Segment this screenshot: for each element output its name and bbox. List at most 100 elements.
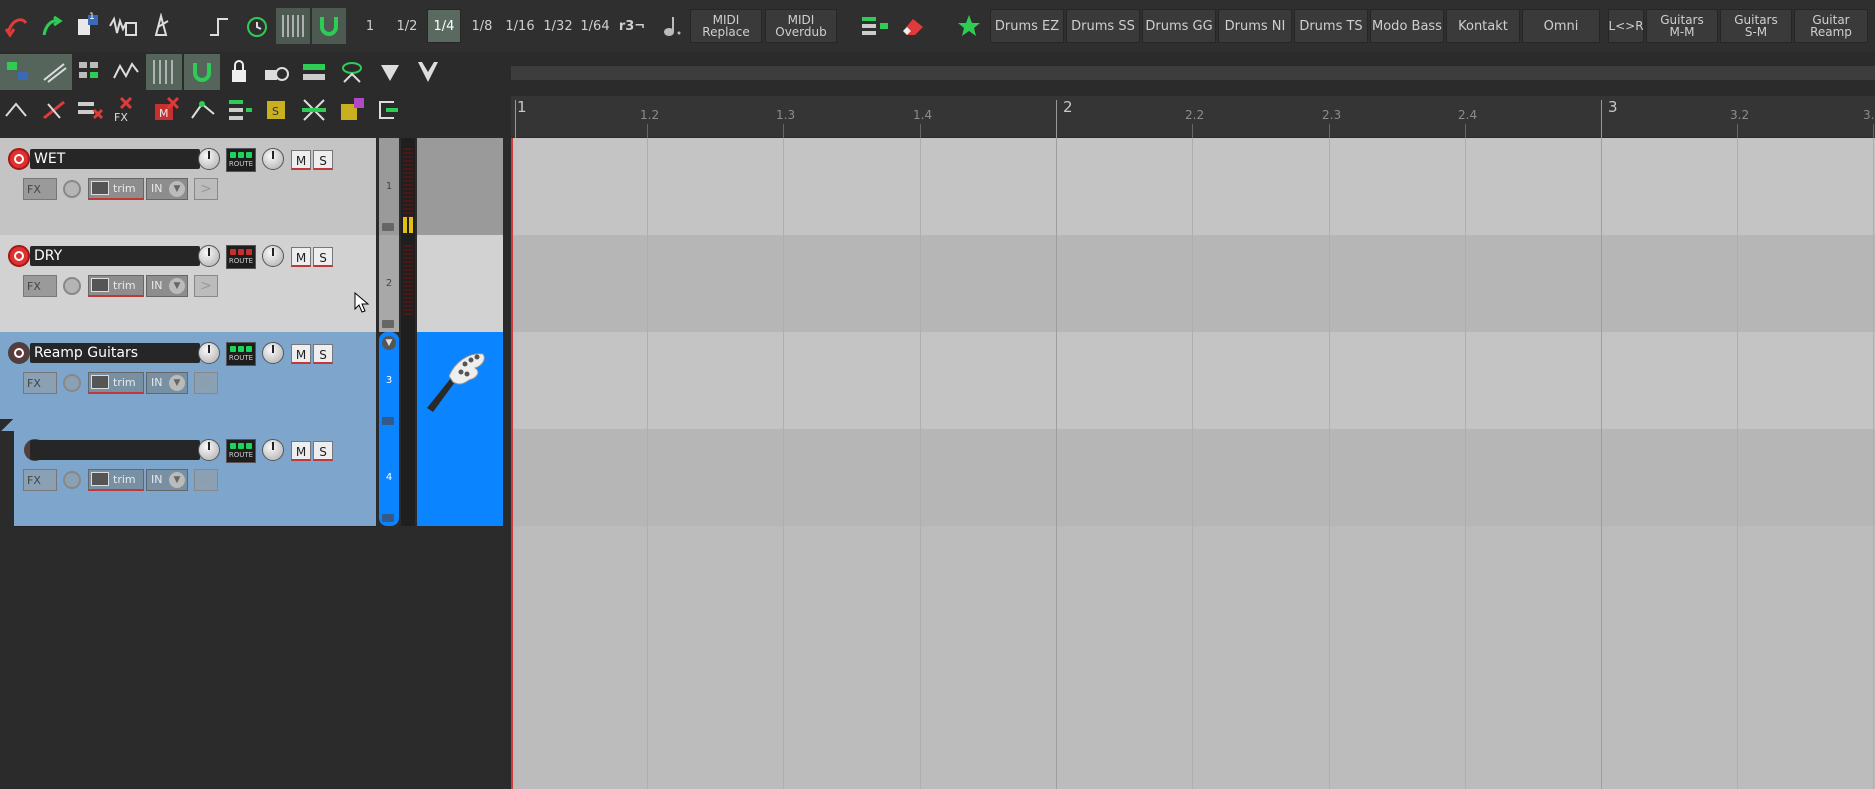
mixer-icon[interactable] <box>858 8 892 44</box>
envelope-button[interactable]: trim <box>88 275 144 297</box>
preset-drums-ss[interactable]: Drums SS <box>1066 9 1140 43</box>
solo-button[interactable]: S <box>313 247 333 267</box>
preset-drums-ez[interactable]: Drums EZ <box>990 9 1064 43</box>
track-icon-area[interactable] <box>417 429 503 526</box>
grid-lines-icon[interactable] <box>146 54 182 90</box>
envelope-button[interactable]: trim <box>88 372 144 394</box>
volume-knob[interactable] <box>198 245 220 267</box>
item-grid-icon[interactable] <box>72 54 108 90</box>
remove-track-icon[interactable] <box>72 92 108 128</box>
route-button[interactable]: ROUTE <box>226 439 256 463</box>
input-button[interactable]: IN <box>146 469 188 491</box>
track-name[interactable]: Reamp Guitars <box>30 343 200 363</box>
grid-1-64[interactable]: 1/64 <box>576 9 614 43</box>
track-list-icon[interactable] <box>222 92 258 128</box>
record-arm-button[interactable] <box>8 342 30 364</box>
track-3[interactable]: Reamp Guitars ROUTE M S FX trim IN > 3 ▼ <box>0 332 503 430</box>
track-4[interactable]: ROUTE M S FX trim IN > 4 <box>0 419 503 527</box>
ripple-tool-icon[interactable] <box>36 54 72 90</box>
fx-button[interactable]: FX <box>23 469 57 491</box>
route-button[interactable]: ROUTE <box>226 148 256 172</box>
grid-icon[interactable] <box>276 8 310 44</box>
grid-1-32[interactable]: 1/32 <box>539 9 577 43</box>
step-icon[interactable] <box>202 8 236 44</box>
track-icon-area[interactable] <box>417 138 503 235</box>
remove-midi-icon[interactable]: M <box>148 92 184 128</box>
preset-omni[interactable]: Omni <box>1522 9 1600 43</box>
route-button[interactable]: ROUTE <box>226 245 256 269</box>
input-button[interactable]: IN <box>146 275 188 297</box>
play-icon[interactable]: > <box>194 275 218 297</box>
mute-button[interactable]: M <box>291 441 311 461</box>
track-header[interactable]: ROUTE M S FX trim IN > <box>14 429 376 527</box>
envelope-button[interactable]: trim <box>88 178 144 200</box>
new-project-icon[interactable]: 1 <box>70 8 104 44</box>
route-button[interactable]: ROUTE <box>226 342 256 366</box>
routing-guitar-reamp[interactable]: Guitar Reamp <box>1794 9 1868 43</box>
snap-toggle-icon[interactable] <box>184 54 220 90</box>
routing-matrix-icon[interactable] <box>370 92 406 128</box>
record-arm-button[interactable] <box>8 245 30 267</box>
undo-icon[interactable] <box>0 8 34 44</box>
split-items-icon[interactable] <box>296 92 332 128</box>
play-icon[interactable]: > <box>194 372 218 394</box>
play-icon[interactable]: > <box>194 178 218 200</box>
dotted-note-icon[interactable] <box>654 8 688 44</box>
triangle-double-down-icon[interactable] <box>410 54 446 90</box>
fx-button[interactable]: FX <box>23 275 57 297</box>
grid-1-2[interactable]: 1/2 <box>392 9 422 43</box>
remove-fx-icon[interactable]: FX <box>108 92 144 128</box>
solo-button[interactable]: S <box>313 150 333 170</box>
ripple-edit-icon[interactable] <box>0 92 36 128</box>
folder-icon[interactable] <box>382 223 394 231</box>
routing-l-r[interactable]: L<>R <box>1608 9 1644 43</box>
no-ripple-icon[interactable] <box>36 92 72 128</box>
track-2[interactable]: DRY ROUTE M S FX trim IN > 2 <box>0 235 503 333</box>
track-icon-area[interactable] <box>417 332 503 429</box>
pan-knob[interactable] <box>262 342 284 364</box>
solo-button[interactable]: S <box>313 441 333 461</box>
pan-knob[interactable] <box>262 439 284 461</box>
eraser-icon[interactable] <box>896 8 930 44</box>
track-lane[interactable] <box>511 138 1875 235</box>
track-name[interactable]: WET <box>30 149 200 169</box>
mute-button[interactable]: M <box>291 247 311 267</box>
triplet-button[interactable]: r3¬ <box>614 9 650 43</box>
redo-icon[interactable] <box>34 8 68 44</box>
pan-knob[interactable] <box>262 245 284 267</box>
grid-1-8[interactable]: 1/8 <box>466 9 498 43</box>
preset-kontakt[interactable]: Kontakt <box>1446 9 1520 43</box>
preset-drums-ts[interactable]: Drums TS <box>1294 9 1368 43</box>
track-header[interactable]: WET ROUTE M S FX trim IN > <box>0 138 376 236</box>
folder-icon[interactable] <box>382 514 394 522</box>
track-1[interactable]: WET ROUTE M S FX trim IN > 1 <box>0 138 503 236</box>
midi-overdub-button[interactable]: MIDI Overdub <box>765 9 837 43</box>
envelope-button[interactable]: trim <box>88 469 144 491</box>
tcp-divider[interactable] <box>503 96 511 789</box>
grid-1-4[interactable]: 1/4 <box>427 9 461 43</box>
tempo-icon[interactable] <box>240 8 274 44</box>
midi-replace-button[interactable]: MIDI Replace <box>690 9 762 43</box>
grid-1-16[interactable]: 1/16 <box>502 9 538 43</box>
track-name[interactable] <box>30 440 200 460</box>
folder-icon[interactable] <box>382 320 394 328</box>
envelope-tool-icon[interactable] <box>108 54 144 90</box>
record-arm-button[interactable] <box>8 148 30 170</box>
folder-icon[interactable] <box>382 417 394 425</box>
volume-knob[interactable] <box>198 439 220 461</box>
mute-button[interactable]: M <box>291 150 311 170</box>
track-header[interactable]: DRY ROUTE M S FX trim IN > <box>0 235 376 333</box>
visibility-icon[interactable] <box>334 54 370 90</box>
preset-drums-ni[interactable]: Drums NI <box>1218 9 1292 43</box>
preset-drums-gg[interactable]: Drums GG <box>1142 9 1216 43</box>
lock-icon[interactable] <box>222 54 258 90</box>
play-icon[interactable]: > <box>194 469 218 491</box>
timeline-scrollbar[interactable] <box>511 66 1875 80</box>
insert-track-icon[interactable] <box>296 54 332 90</box>
solo-button[interactable]: S <box>313 344 333 364</box>
triangle-down-icon[interactable] <box>372 54 408 90</box>
track-lane[interactable] <box>511 429 1875 526</box>
volume-knob[interactable] <box>198 148 220 170</box>
grid-1[interactable]: 1 <box>356 9 384 43</box>
volume-knob[interactable] <box>198 342 220 364</box>
